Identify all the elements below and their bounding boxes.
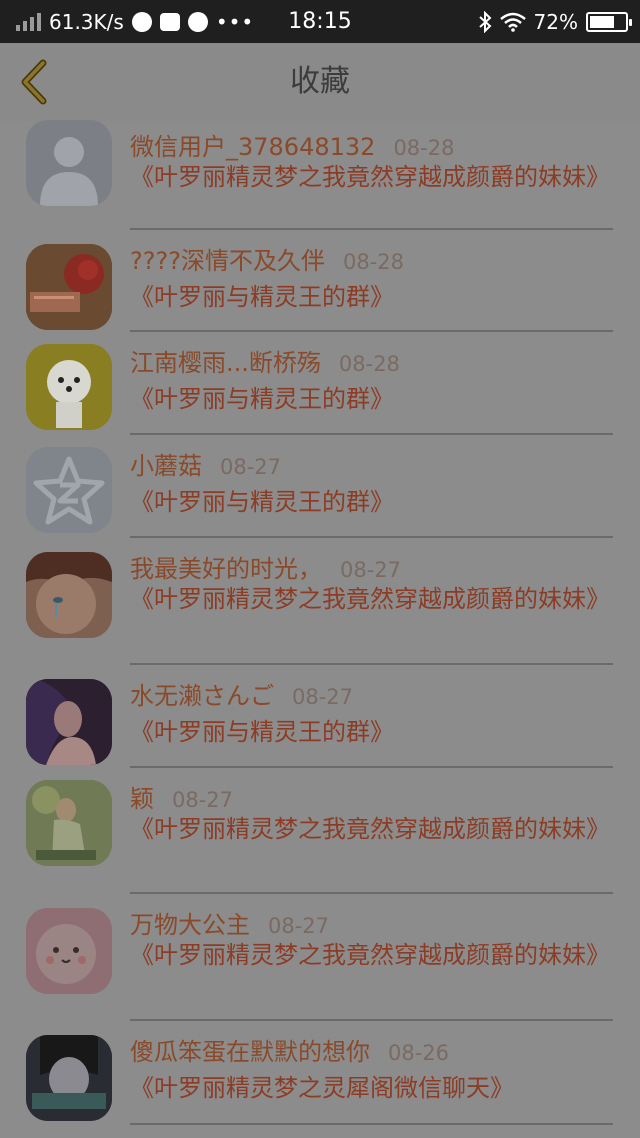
play-icon <box>187 11 208 32</box>
item-date: 08-27 <box>172 788 234 812</box>
avatar <box>26 244 112 330</box>
list-item[interactable]: 水无濑さんご 08-27 《叶罗丽与精灵王的群》 <box>0 665 640 768</box>
avatar <box>26 447 112 533</box>
item-group: 《叶罗丽与精灵王的群》 <box>130 488 394 516</box>
status-bar: 61.3K/s ••• 18:15 72% <box>0 0 640 43</box>
item-group: 《叶罗丽精灵梦之灵犀阁微信聊天》 <box>130 1074 514 1102</box>
status-left: 61.3K/s ••• <box>16 10 254 34</box>
item-group: 《叶罗丽精灵梦之我竟然穿越成颜爵的妹妹》 <box>130 815 610 843</box>
list-item[interactable]: ????深情不及久伴 08-28 《叶罗丽与精灵王的群》 <box>0 230 640 332</box>
item-name: 微信用户_378648132 <box>130 133 376 161</box>
item-name: 傻瓜笨蛋在默默的想你 <box>130 1038 370 1066</box>
item-date: 08-27 <box>268 914 330 938</box>
item-name: 我最美好的时光， <box>130 555 322 583</box>
item-date: 08-26 <box>388 1041 450 1065</box>
list-item[interactable]: 江南樱雨...断桥殇 08-28 《叶罗丽与精灵王的群》 <box>0 332 640 435</box>
avatar <box>26 1035 112 1121</box>
status-right: 72% <box>478 9 632 34</box>
list-item[interactable]: 万物大公主 08-27 《叶罗丽精灵梦之我竟然穿越成颜爵的妹妹》 <box>0 894 640 1021</box>
avatar <box>26 908 112 994</box>
item-group: 《叶罗丽精灵梦之我竟然穿越成颜爵的妹妹》 <box>130 163 610 191</box>
mail-icon <box>159 12 180 31</box>
item-group: 《叶罗丽与精灵王的群》 <box>130 385 394 413</box>
avatar <box>26 679 112 765</box>
item-group: 《叶罗丽与精灵王的群》 <box>130 718 394 746</box>
avatar <box>26 552 112 638</box>
item-name: 小蘑菇 <box>130 452 202 480</box>
planet-icon <box>131 11 152 32</box>
item-date: 08-28 <box>393 136 455 160</box>
item-date: 08-27 <box>340 558 402 582</box>
item-name: 颖 <box>130 785 154 813</box>
signal-icon <box>16 12 41 31</box>
item-name: ????深情不及久伴 <box>130 247 325 275</box>
bluetooth-icon <box>478 10 491 33</box>
item-name: 江南樱雨...断桥殇 <box>130 349 321 377</box>
battery-percent: 72% <box>533 9 578 34</box>
item-group: 《叶罗丽与精灵王的群》 <box>130 283 394 311</box>
battery-icon <box>586 11 632 32</box>
item-date: 08-28 <box>342 250 404 274</box>
list-item[interactable]: 傻瓜笨蛋在默默的想你 08-26 《叶罗丽精灵梦之灵犀阁微信聊天》 <box>0 1021 640 1125</box>
avatar <box>26 344 112 430</box>
more-notifications-icon: ••• <box>215 9 255 34</box>
avatar <box>26 780 112 866</box>
chevron-left-icon <box>21 59 47 105</box>
item-date: 08-27 <box>220 455 282 479</box>
avatar <box>26 120 112 206</box>
item-date: 08-28 <box>338 352 400 376</box>
wifi-icon <box>499 12 526 32</box>
item-date: 08-27 <box>292 685 354 709</box>
list-item[interactable]: 微信用户_378648132 08-28 《叶罗丽精灵梦之我竟然穿越成颜爵的妹妹… <box>0 110 640 230</box>
item-group: 《叶罗丽精灵梦之我竟然穿越成颜爵的妹妹》 <box>130 941 610 969</box>
item-name: 水无濑さんご <box>130 682 274 710</box>
list-item[interactable]: 小蘑菇 08-27 《叶罗丽与精灵王的群》 <box>0 435 640 538</box>
favorites-list: 微信用户_378648132 08-28 《叶罗丽精灵梦之我竟然穿越成颜爵的妹妹… <box>0 110 640 1125</box>
item-name: 万物大公主 <box>130 911 250 939</box>
network-speed: 61.3K/s <box>49 9 124 34</box>
list-item[interactable]: 我最美好的时光， 08-27 《叶罗丽精灵梦之我竟然穿越成颜爵的妹妹》 <box>0 538 640 665</box>
list-item[interactable]: 颖 08-27 《叶罗丽精灵梦之我竟然穿越成颜爵的妹妹》 <box>0 768 640 894</box>
item-group: 《叶罗丽精灵梦之我竟然穿越成颜爵的妹妹》 <box>130 585 610 613</box>
back-button[interactable] <box>14 57 54 107</box>
